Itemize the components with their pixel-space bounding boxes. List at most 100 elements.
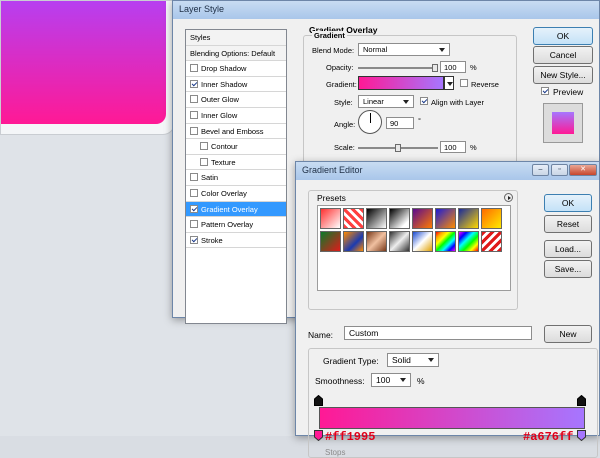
gradient-dropdown[interactable] <box>444 76 454 90</box>
style-checkbox[interactable] <box>190 79 198 88</box>
presets-group: Presets <box>308 190 518 310</box>
preview-thumbnail <box>543 103 583 143</box>
style-item-label: Satin <box>201 173 219 183</box>
align-with-layer-label: Align with Layer <box>431 98 484 107</box>
angle-dial[interactable] <box>358 110 382 134</box>
style-item-outer-glow[interactable]: Outer Glow <box>186 92 286 108</box>
opacity-slider[interactable] <box>358 64 438 72</box>
minimize-icon[interactable]: – <box>532 164 549 176</box>
preset-swatch[interactable] <box>412 231 433 252</box>
style-item-label: Stroke <box>201 235 223 245</box>
preset-swatch[interactable] <box>481 208 502 229</box>
scale-slider[interactable] <box>358 144 438 152</box>
style-checkbox[interactable] <box>200 142 208 151</box>
gradient-bar[interactable] <box>319 407 585 429</box>
scale-slider-knob[interactable] <box>395 144 401 152</box>
styles-list-header[interactable]: Styles <box>186 30 286 46</box>
gradient-settings-group: Gradient Type: Solid Smoothness: 100 % #… <box>308 348 598 458</box>
close-icon[interactable]: ✕ <box>569 164 597 176</box>
style-item-label: Bevel and Emboss <box>201 126 264 136</box>
preset-swatch[interactable] <box>435 208 456 229</box>
gradient-editor-titlebar[interactable]: Gradient Editor – ▫ ✕ <box>296 162 599 180</box>
style-item-label: Inner Glow <box>201 110 238 120</box>
reverse-checkbox[interactable] <box>460 79 468 87</box>
preset-swatch[interactable] <box>412 208 433 229</box>
ok-button[interactable]: OK <box>533 27 593 45</box>
ge-save-button[interactable]: Save... <box>544 260 592 278</box>
presets-menu-icon[interactable] <box>504 193 513 202</box>
style-checkbox[interactable] <box>190 173 198 182</box>
blend-mode-select[interactable]: Normal <box>358 43 450 56</box>
opacity-input[interactable]: 100 <box>440 61 466 73</box>
style-item-bevel-and-emboss[interactable]: Bevel and Emboss <box>186 124 286 140</box>
style-item-gradient-overlay[interactable]: Gradient Overlay <box>186 201 286 218</box>
preview-checkbox[interactable] <box>541 87 549 95</box>
style-select[interactable]: Linear <box>358 95 414 108</box>
preset-swatch[interactable] <box>343 231 364 252</box>
smoothness-unit: % <box>417 376 425 386</box>
style-checkbox[interactable] <box>190 188 198 197</box>
preset-swatch[interactable] <box>458 208 479 229</box>
style-item-label: Inner Shadow <box>201 79 248 89</box>
style-checkbox[interactable] <box>190 64 198 73</box>
style-item-texture[interactable]: Texture <box>186 155 286 171</box>
style-checkbox[interactable] <box>190 110 198 119</box>
angle-label: Angle: <box>334 120 356 129</box>
style-checkbox[interactable] <box>190 220 198 229</box>
preview-label: Preview <box>553 87 584 97</box>
new-style-button[interactable]: New Style... <box>533 66 593 84</box>
align-with-layer-checkbox[interactable] <box>420 97 428 105</box>
gradient-type-select[interactable]: Solid <box>387 353 439 367</box>
preset-swatch[interactable] <box>320 208 341 229</box>
style-checkbox[interactable] <box>190 95 198 104</box>
presets-label: Presets <box>317 193 346 203</box>
style-item-pattern-overlay[interactable]: Pattern Overlay <box>186 217 286 233</box>
style-checkbox[interactable] <box>200 157 208 166</box>
ge-ok-button[interactable]: OK <box>544 194 592 212</box>
right-stop-hex-annotation: #a676ff <box>523 430 574 444</box>
style-checkbox[interactable] <box>190 204 198 213</box>
style-item-stroke[interactable]: Stroke <box>186 233 286 249</box>
style-checkbox[interactable] <box>190 235 198 244</box>
layer-style-title: Layer Style <box>179 4 225 14</box>
smoothness-input[interactable]: 100 <box>371 373 411 387</box>
preset-swatch[interactable] <box>481 231 502 252</box>
style-item-color-overlay[interactable]: Color Overlay <box>186 186 286 202</box>
preset-swatch[interactable] <box>320 231 341 252</box>
layer-style-titlebar[interactable]: Layer Style <box>173 1 599 19</box>
ge-new-button[interactable]: New <box>544 325 592 343</box>
opacity-label: Opacity: <box>326 63 354 72</box>
preset-swatch[interactable] <box>389 231 410 252</box>
ge-load-button[interactable]: Load... <box>544 240 592 258</box>
style-item-contour[interactable]: Contour <box>186 139 286 155</box>
blending-options-item[interactable]: Blending Options: Default <box>186 45 286 62</box>
gradient-swatch[interactable] <box>358 76 444 90</box>
maximize-icon[interactable]: ▫ <box>551 164 568 176</box>
preset-swatch[interactable] <box>343 208 364 229</box>
style-checkbox[interactable] <box>190 126 198 135</box>
scale-label: Scale: <box>334 143 355 152</box>
ge-reset-button[interactable]: Reset <box>544 215 592 233</box>
opacity-slider-knob[interactable] <box>432 64 438 72</box>
style-item-satin[interactable]: Satin <box>186 170 286 186</box>
gradient-type-value: Solid <box>392 355 411 365</box>
opacity-stop-right[interactable] <box>577 395 586 406</box>
preset-swatch[interactable] <box>458 231 479 252</box>
preset-swatch[interactable] <box>366 208 387 229</box>
preset-swatch[interactable] <box>389 208 410 229</box>
cancel-button[interactable]: Cancel <box>533 46 593 64</box>
preset-swatch[interactable] <box>435 231 456 252</box>
blend-mode-label: Blend Mode: <box>312 46 355 55</box>
blend-mode-value: Normal <box>363 45 388 54</box>
scale-input[interactable]: 100 <box>440 141 466 153</box>
name-input[interactable]: Custom <box>344 326 532 340</box>
preset-swatch[interactable] <box>366 231 387 252</box>
gradient-label: Gradient: <box>326 80 357 89</box>
style-item-drop-shadow[interactable]: Drop Shadow <box>186 61 286 77</box>
opacity-stop-left[interactable] <box>314 395 323 406</box>
angle-input[interactable]: 90 <box>386 117 414 129</box>
gradient-editor-dialog: Gradient Editor – ▫ ✕ Presets OK Reset L… <box>295 161 600 458</box>
name-label: Name: <box>308 330 334 340</box>
style-item-inner-shadow[interactable]: Inner Shadow <box>186 77 286 93</box>
style-item-inner-glow[interactable]: Inner Glow <box>186 108 286 124</box>
